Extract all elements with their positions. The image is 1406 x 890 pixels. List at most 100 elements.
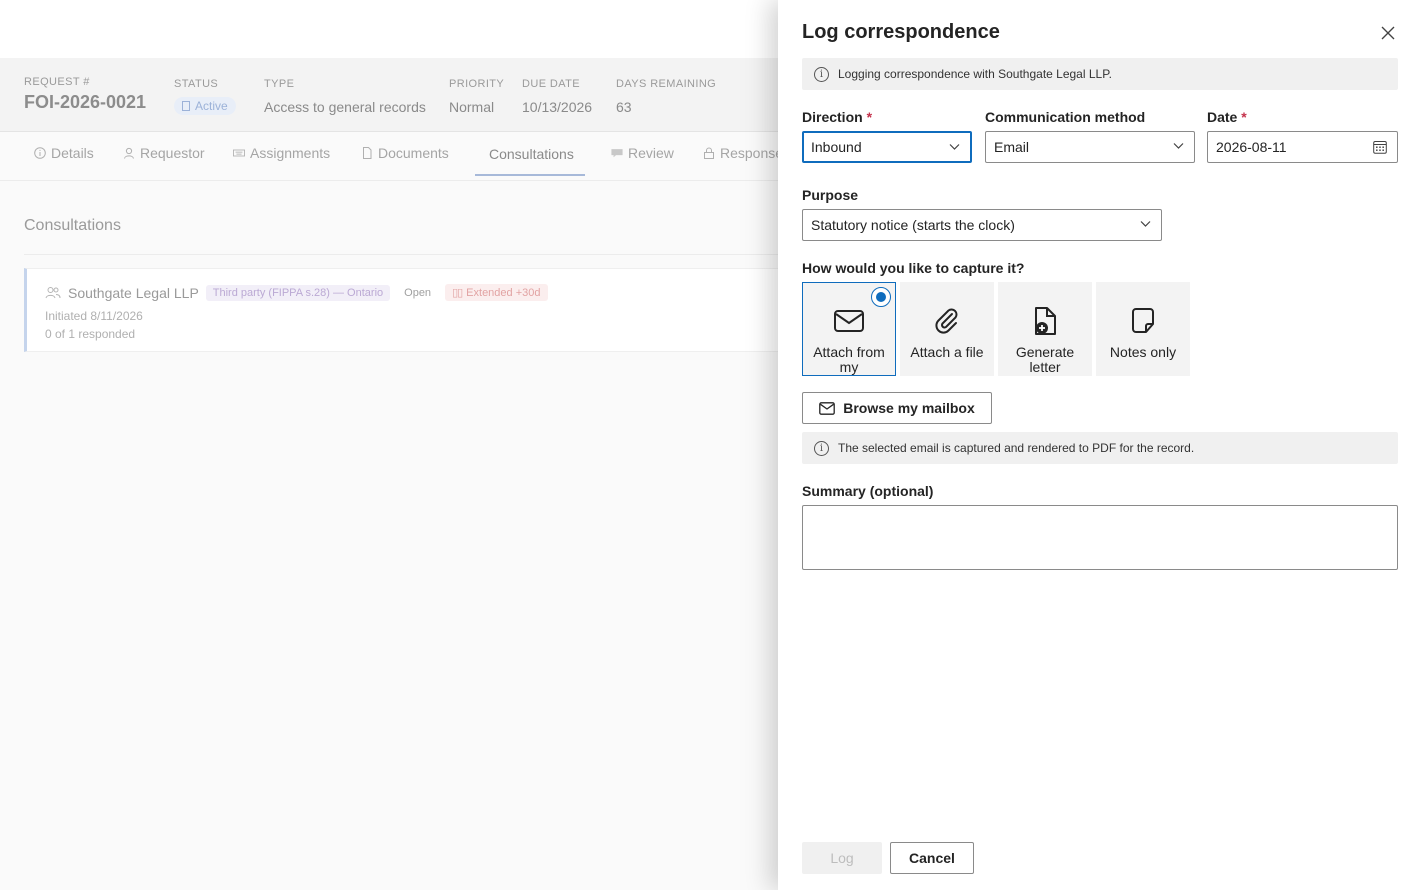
- days-remaining-group: DAYS REMAINING 63: [616, 78, 716, 115]
- due-date-label: DUE DATE: [522, 78, 581, 90]
- close-icon[interactable]: [1381, 26, 1395, 40]
- tab-label: Consultations: [489, 146, 574, 162]
- capture-info-bar: i The selected email is captured and ren…: [802, 432, 1398, 464]
- consultation-card[interactable]: Southgate Legal LLP Third party (FIPPA s…: [24, 268, 784, 352]
- capture-option-mailbox[interactable]: Attach from my: [802, 282, 896, 376]
- summary-label: Summary (optional): [802, 483, 934, 499]
- info-icon: [34, 147, 46, 159]
- extension-label: Extended +30d: [466, 287, 541, 299]
- direction-select[interactable]: Inbound: [802, 131, 972, 163]
- active-tab-indicator: [475, 174, 585, 176]
- status-group: STATUS Active: [174, 78, 236, 115]
- days-remaining-label: DAYS REMAINING: [616, 78, 717, 90]
- info-text: Logging correspondence with Southgate Le…: [838, 67, 1112, 81]
- capture-option-notes[interactable]: Notes only: [1096, 282, 1190, 376]
- keyboard-icon: [233, 149, 245, 157]
- date-value: 2026-08-11: [1216, 139, 1287, 155]
- mail-icon: [819, 401, 836, 415]
- priority-group: PRIORITY Normal: [449, 78, 504, 115]
- lock-icon: [704, 147, 714, 159]
- people-icon: [45, 286, 61, 298]
- date-label: Date *: [1207, 109, 1247, 125]
- purpose-select[interactable]: Statutory notice (starts the clock): [802, 209, 1162, 241]
- selected-radio: [871, 287, 891, 307]
- purpose-label: Purpose: [802, 187, 859, 203]
- request-number: FOI-2026-0021: [24, 92, 147, 112]
- capture-option-label: Attach from my: [813, 345, 885, 375]
- type-label: TYPE: [264, 78, 295, 90]
- info-icon: i: [814, 440, 829, 456]
- chevron-down-icon: [1173, 143, 1184, 149]
- comment-icon: [611, 149, 623, 158]
- log-correspondence-drawer: Log correspondence i Logging corresponde…: [778, 0, 1406, 890]
- method-select[interactable]: Email: [985, 131, 1195, 163]
- cancel-button[interactable]: Cancel: [890, 842, 974, 874]
- browse-mailbox-button[interactable]: Browse my mailbox: [802, 392, 992, 424]
- consultation-state-badge: Open: [404, 286, 432, 299]
- capture-option-file[interactable]: Attach a file: [900, 282, 994, 376]
- status-value: Active: [195, 99, 228, 113]
- note-icon: [1132, 308, 1154, 333]
- person-icon: [124, 147, 134, 159]
- status-label: STATUS: [174, 78, 219, 90]
- days-remaining-value: 63: [616, 99, 632, 115]
- tab-details[interactable]: Details: [34, 145, 94, 161]
- date-label-text: Date: [1207, 109, 1238, 125]
- initiated-date: Initiated 8/11/2026: [45, 309, 143, 323]
- method-label: Communication method: [985, 109, 1146, 125]
- date-input[interactable]: 2026-08-11: [1207, 131, 1398, 163]
- due-date-group: DUE DATE 10/13/2026: [522, 78, 592, 115]
- consultation-name: Southgate Legal LLP: [68, 284, 199, 301]
- chevron-down-icon: [1140, 221, 1151, 227]
- drawer-title: Log correspondence: [802, 21, 1000, 43]
- pause-icon: ▯▯: [452, 287, 463, 299]
- log-button[interactable]: Log: [802, 842, 882, 874]
- priority-value: Normal: [449, 99, 495, 115]
- tab-label: Requestor: [140, 145, 205, 161]
- capture-label: How would you like to capture it?: [802, 260, 1025, 276]
- browse-mailbox-label: Browse my mailbox: [843, 400, 975, 416]
- responded-count: 0 of 1 responded: [45, 327, 136, 341]
- tab-label: Details: [51, 145, 94, 161]
- tab-assignments[interactable]: Assignments: [233, 145, 330, 161]
- summary-textarea[interactable]: [802, 505, 1398, 570]
- section-divider: [24, 254, 784, 255]
- direction-value: Inbound: [811, 139, 862, 155]
- tab-requestor[interactable]: Requestor: [123, 145, 205, 161]
- calendar-icon[interactable]: [1373, 140, 1387, 154]
- capture-option-label: Generate letter: [1015, 345, 1075, 375]
- consultation-header: Southgate Legal LLP Third party (FIPPA s…: [45, 284, 548, 301]
- consultation-type-badge: Third party (FIPPA s.28) — Ontario: [205, 284, 391, 301]
- tab-label: Documents: [378, 145, 449, 161]
- tab-label: Review: [628, 145, 674, 161]
- extension-badge: ▯▯ Extended +30d: [445, 284, 548, 301]
- type-value: Access to general records: [264, 99, 426, 115]
- required-marker: *: [1241, 109, 1247, 125]
- paperclip-icon: [935, 308, 958, 334]
- document-add-icon: [1035, 307, 1056, 335]
- priority-label: PRIORITY: [449, 78, 505, 90]
- tab-label: Assignments: [250, 145, 331, 161]
- tab-review[interactable]: Review: [611, 145, 674, 161]
- direction-label-text: Direction: [802, 109, 863, 125]
- mail-icon: [834, 310, 864, 332]
- document-icon: [182, 101, 190, 111]
- method-value: Email: [994, 139, 1030, 155]
- chevron-down-icon: [949, 144, 960, 150]
- request-number-group: REQUEST # FOI-2026-0021: [24, 76, 146, 113]
- required-marker: *: [866, 109, 873, 125]
- tab-documents[interactable]: Documents: [361, 145, 449, 161]
- direction-label: Direction *: [802, 109, 872, 125]
- due-date-value: 10/13/2026: [522, 99, 593, 115]
- tab-label: Response: [720, 145, 784, 161]
- info-bar: i Logging correspondence with Southgate …: [802, 58, 1398, 90]
- info-icon: i: [814, 66, 829, 82]
- document-icon: [363, 147, 372, 159]
- status-badge: Active: [174, 97, 236, 115]
- tab-consultations[interactable]: Consultations: [489, 146, 574, 162]
- type-group: TYPE Access to general records: [264, 78, 426, 115]
- purpose-value: Statutory notice (starts the clock): [811, 217, 1015, 233]
- tab-response[interactable]: Response: [703, 145, 783, 161]
- section-title: Consultations: [24, 217, 121, 234]
- capture-option-letter[interactable]: Generate letter: [998, 282, 1092, 376]
